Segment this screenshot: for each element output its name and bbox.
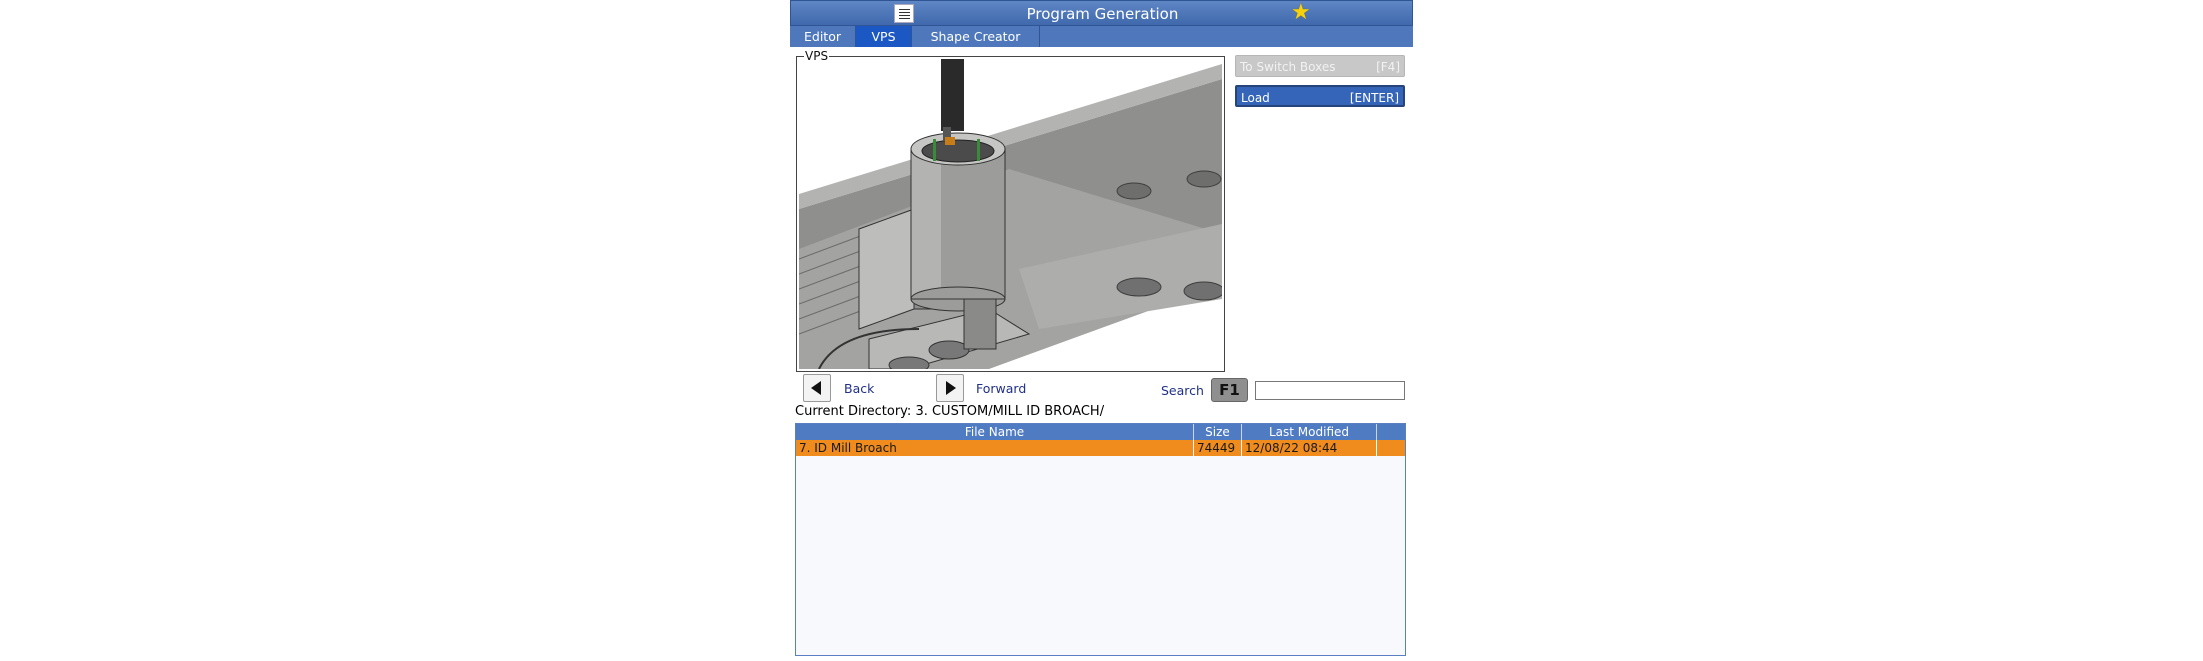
vps-panel-label: VPS <box>804 49 830 63</box>
forward-button[interactable] <box>936 374 964 402</box>
search-input[interactable] <box>1255 381 1405 400</box>
table-row[interactable]: 7. ID Mill Broach 74449 12/08/22 08:44 <box>796 440 1405 456</box>
vps-preview-panel <box>796 56 1225 372</box>
file-table: File Name Size Last Modified 7. ID Mill … <box>795 423 1406 656</box>
column-size[interactable]: Size <box>1194 424 1242 440</box>
load-button[interactable]: Load [ENTER] <box>1235 85 1405 107</box>
title-bar: Program Generation ★ <box>790 0 1413 26</box>
file-size-cell: 74449 <box>1194 440 1242 456</box>
load-label: Load <box>1241 91 1270 105</box>
search-label: Search <box>1161 383 1204 398</box>
tab-shape-creator[interactable]: Shape Creator <box>912 26 1040 47</box>
arrow-right-icon <box>946 381 956 395</box>
switch-boxes-label: To Switch Boxes <box>1240 60 1336 74</box>
back-button[interactable] <box>803 374 831 402</box>
tab-vps[interactable]: VPS <box>856 26 912 47</box>
window-title: Program Generation <box>1026 5 1179 23</box>
arrow-left-icon <box>811 381 821 395</box>
column-last-modified[interactable]: Last Modified <box>1242 424 1377 440</box>
load-key: [ENTER] <box>1349 91 1399 105</box>
forward-label[interactable]: Forward <box>976 381 1026 396</box>
vps-preview-image <box>799 59 1222 369</box>
file-extra-cell <box>1377 440 1405 456</box>
column-file-name[interactable]: File Name <box>796 424 1194 440</box>
tab-editor[interactable]: Editor <box>790 26 856 47</box>
switch-boxes-button[interactable]: To Switch Boxes [F4] <box>1235 55 1405 77</box>
search-f1-key[interactable]: F1 <box>1211 378 1248 402</box>
file-name-cell: 7. ID Mill Broach <box>796 440 1194 456</box>
file-modified-cell: 12/08/22 08:44 <box>1242 440 1377 456</box>
column-extra <box>1377 424 1405 440</box>
file-table-header: File Name Size Last Modified <box>796 424 1405 440</box>
switch-boxes-key: [F4] <box>1376 60 1400 74</box>
tab-bar: Editor VPS Shape Creator <box>790 26 1413 47</box>
star-icon[interactable]: ★ <box>1291 2 1311 24</box>
current-directory: Current Directory: 3. CUSTOM/MILL ID BRO… <box>795 404 1105 419</box>
program-generation-app: Program Generation ★ Editor VPS Shape Cr… <box>790 0 1413 661</box>
back-label[interactable]: Back <box>844 381 874 396</box>
